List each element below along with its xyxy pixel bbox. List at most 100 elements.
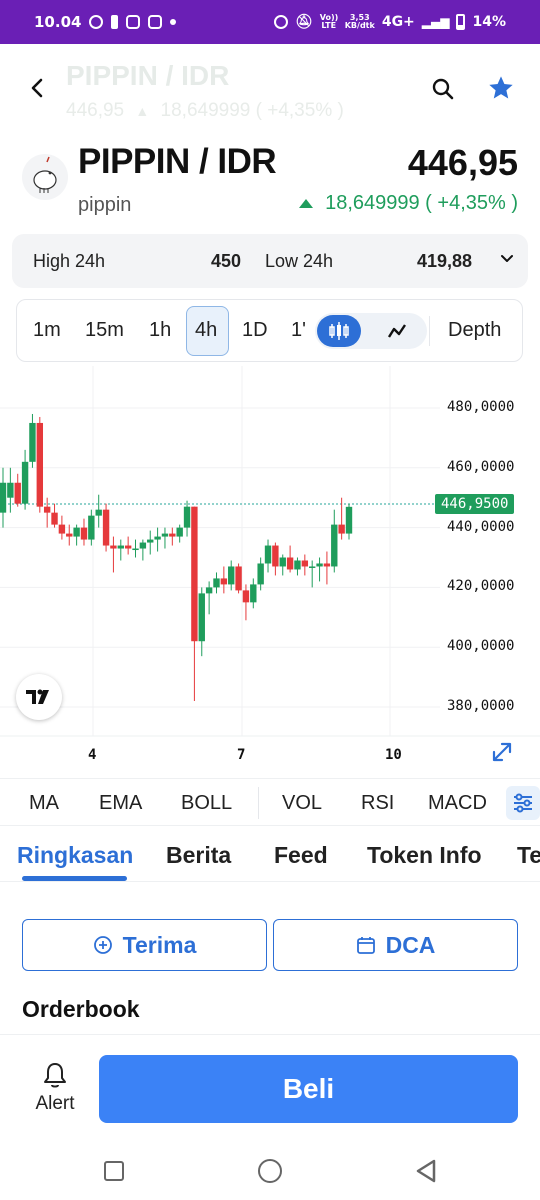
- indicator-macd[interactable]: MACD: [428, 792, 487, 815]
- candle-up: [21, 461, 29, 504]
- candle-up: [183, 506, 191, 528]
- candlestick-chart: [0, 366, 540, 737]
- active-tab-indicator: [22, 876, 127, 881]
- chevron-down-icon[interactable]: [500, 252, 514, 266]
- candle-down: [51, 512, 58, 525]
- candle-up: [345, 506, 353, 534]
- pair-title: PIPPIN / IDR: [78, 142, 277, 181]
- receive-button[interactable]: Terima: [22, 919, 267, 971]
- search-svg: [432, 78, 454, 100]
- app-root: 10.04 🔕︎ Vo)) LTE 3,53 KB/dtk 4G+ ▂▄▆ 14…: [0, 0, 540, 1200]
- battery-level: 14%: [472, 14, 506, 30]
- line-mode-button[interactable]: [375, 315, 419, 347]
- candle-up: [205, 587, 213, 594]
- tab-more[interactable]: Te: [517, 842, 540, 869]
- candle-down: [110, 545, 117, 549]
- indicator-vol[interactable]: VOL: [282, 792, 322, 815]
- candle-up: [161, 533, 169, 537]
- up-triangle-icon: [299, 199, 314, 208]
- content-tabs: Ringkasan Berita Feed Token Info Te: [0, 826, 540, 882]
- candle-up: [117, 545, 124, 549]
- recent-apps-icon[interactable]: [104, 1161, 124, 1181]
- candle-up: [279, 557, 286, 567]
- price-change: 18,649999 ( +4,35% ): [299, 192, 518, 215]
- indicator-ema[interactable]: EMA: [99, 792, 142, 815]
- candle-down: [220, 578, 228, 585]
- instagram-icon-2: [148, 15, 163, 29]
- back-arrow-svg: [31, 78, 43, 98]
- candle-down: [323, 563, 331, 567]
- indicator-settings-icon[interactable]: [506, 786, 540, 820]
- buy-button[interactable]: Beli: [99, 1055, 518, 1123]
- candle-down: [242, 590, 250, 603]
- alarm-icon: [273, 15, 288, 29]
- timeframe-1m[interactable]: 1m: [33, 319, 61, 342]
- signal-icon: ▂▄▆: [421, 15, 450, 29]
- status-time: 10.04: [34, 13, 82, 31]
- high-24h-label: High 24h: [33, 251, 106, 271]
- dca-button[interactable]: DCA: [273, 919, 518, 971]
- candle-down: [43, 506, 51, 513]
- candle-up: [95, 509, 102, 516]
- timeframe-divider: [429, 316, 430, 346]
- expand-svg: [492, 742, 512, 762]
- alert-button[interactable]: Alert: [28, 1061, 82, 1115]
- search-icon[interactable]: [432, 78, 454, 100]
- battery-icon: [456, 14, 466, 30]
- orderbook-title: Orderbook: [22, 996, 140, 1022]
- pippin-logo-svg: [33, 156, 57, 193]
- candle-up: [0, 482, 7, 513]
- low-24h-value: 419,88: [417, 251, 473, 271]
- expand-icon[interactable]: [488, 738, 516, 766]
- tradingview-logo-icon[interactable]: [16, 674, 62, 720]
- tab-ringkasan[interactable]: Ringkasan: [17, 842, 133, 869]
- instagram-icon: [126, 15, 141, 29]
- candle-down: [191, 506, 198, 642]
- chart-grid: [0, 366, 440, 736]
- current-price: 446,95: [407, 142, 518, 183]
- price-change-value: 18,649999 ( +4,35% ): [325, 192, 518, 214]
- candlestick-icon: [329, 322, 349, 340]
- stats-24h-bar[interactable]: High 24h 450 Low 24h 419,88: [12, 234, 528, 288]
- price-chart[interactable]: 446,9500 480,0000 460,0000 440,0000 420,000…: [0, 366, 540, 776]
- y-axis-tick-label: 480,0000: [447, 399, 515, 415]
- candle-up: [228, 566, 235, 585]
- candle-up: [139, 542, 147, 549]
- calendar-icon: [356, 937, 375, 954]
- collapsed-up-arrow-icon: ▲: [135, 103, 150, 119]
- chart-type-toggle: [315, 313, 427, 349]
- tab-berita[interactable]: Berita: [166, 842, 231, 869]
- back-arrow-icon[interactable]: [26, 76, 50, 100]
- candle-down: [124, 545, 132, 549]
- depth-tab[interactable]: Depth: [448, 319, 501, 342]
- current-price-tag: 446,9500: [435, 494, 515, 514]
- timeframe-1d[interactable]: 1D: [242, 319, 268, 342]
- collapsed-price-line: 446,95 ▲ 18,649999 ( +4,35% ): [66, 100, 344, 122]
- high-24h-value: 450: [211, 251, 242, 271]
- timeframe-15m[interactable]: 15m: [85, 319, 124, 342]
- candle-up: [331, 524, 338, 567]
- candle-down: [14, 482, 21, 504]
- home-icon[interactable]: [258, 1159, 282, 1183]
- indicator-rsi[interactable]: RSI: [361, 792, 394, 815]
- candle-down: [169, 533, 176, 537]
- pippin-logo-icon: [22, 154, 68, 200]
- timeframe-1h[interactable]: 1h: [149, 319, 171, 342]
- candle-down: [235, 566, 242, 591]
- system-back-icon[interactable]: [414, 1158, 438, 1184]
- plus-circle-icon: [93, 936, 112, 954]
- y-axis-tick-label: 420,0000: [447, 578, 515, 595]
- candlestick-mode-button[interactable]: [317, 315, 361, 347]
- candle-up: [294, 560, 301, 570]
- timeframe-4h[interactable]: 4h: [195, 319, 217, 342]
- favorite-star-icon[interactable]: [487, 74, 515, 102]
- indicator-boll[interactable]: BOLL: [181, 792, 232, 815]
- tab-feed[interactable]: Feed: [274, 842, 328, 869]
- indicator-divider: [258, 787, 259, 819]
- candle-down: [301, 560, 309, 567]
- indicator-ma[interactable]: MA: [29, 792, 59, 815]
- tab-token-info[interactable]: Token Info: [367, 842, 482, 869]
- star-svg: [489, 76, 513, 99]
- timeframe-more[interactable]: 1': [291, 319, 306, 342]
- candle-down: [36, 422, 44, 507]
